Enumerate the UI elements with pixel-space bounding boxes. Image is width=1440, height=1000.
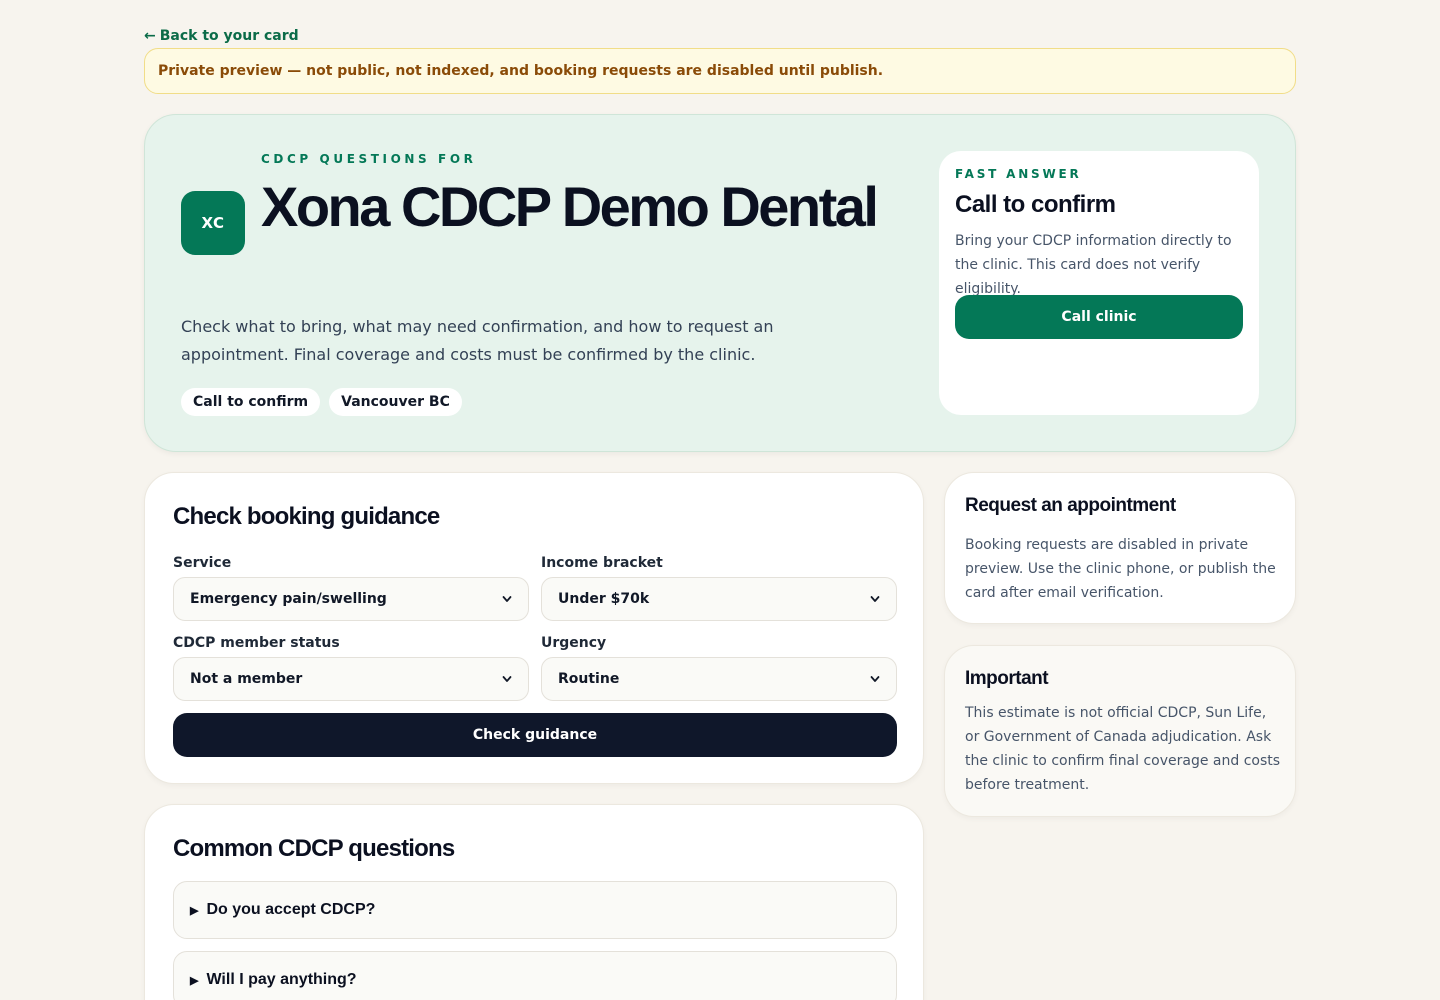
chip-location: Vancouver BC bbox=[329, 388, 462, 416]
request-appointment-body: Booking requests are disabled in private… bbox=[965, 537, 1276, 601]
faq-item[interactable]: ▶ Will I pay anything? bbox=[173, 951, 897, 1000]
income-select[interactable]: Under $70k bbox=[541, 577, 897, 621]
urgency-label: Urgency bbox=[541, 635, 607, 651]
fast-answer-eyebrow: FAST ANSWER bbox=[955, 167, 1082, 181]
call-clinic-button[interactable]: Call clinic bbox=[955, 295, 1243, 339]
fast-answer-title: Call to confirm bbox=[955, 191, 1116, 218]
faq-title: Common CDCP questions bbox=[173, 835, 455, 862]
fast-answer-card: FAST ANSWER Call to confirm Bring your C… bbox=[939, 151, 1259, 415]
private-preview-banner: Private preview — not public, not indexe… bbox=[144, 48, 1296, 94]
faq-item[interactable]: ▶ Do you accept CDCP? bbox=[173, 881, 897, 939]
page-title: Xona CDCP Demo Dental bbox=[261, 175, 879, 238]
chip-status: Call to confirm bbox=[181, 388, 321, 416]
fast-answer-body: Bring your CDCP information directly to … bbox=[955, 233, 1232, 297]
clinic-logo-initials: XC bbox=[201, 214, 225, 232]
member-status-select[interactable]: Not a member bbox=[173, 657, 529, 701]
chevron-down-icon bbox=[870, 596, 880, 602]
back-link[interactable]: ← Back to your card bbox=[144, 28, 299, 44]
important-body: This estimate is not official CDCP, Sun … bbox=[965, 705, 1281, 793]
booking-guidance-title: Check booking guidance bbox=[173, 503, 440, 530]
caret-right-icon: ▶ bbox=[190, 904, 199, 917]
important-title: Important bbox=[965, 668, 1049, 689]
income-select-value: Under $70k bbox=[558, 591, 650, 607]
service-select[interactable]: Emergency pain/swelling bbox=[173, 577, 529, 621]
clinic-logo: XC bbox=[181, 191, 245, 255]
caret-right-icon: ▶ bbox=[190, 974, 199, 987]
chevron-down-icon bbox=[502, 596, 512, 602]
member-status-label: CDCP member status bbox=[173, 635, 340, 651]
banner-text: Private preview — not public, not indexe… bbox=[158, 63, 884, 79]
faq-card: Common CDCP questions ▶ Do you accept CD… bbox=[144, 804, 924, 1000]
hero-description: Check what to bring, what may need confi… bbox=[181, 317, 774, 364]
chevron-down-icon bbox=[870, 676, 880, 682]
back-link-label: Back to your card bbox=[159, 28, 299, 44]
urgency-select-value: Routine bbox=[558, 671, 620, 687]
member-status-select-value: Not a member bbox=[190, 671, 303, 687]
service-select-value: Emergency pain/swelling bbox=[190, 591, 387, 607]
urgency-select[interactable]: Routine bbox=[541, 657, 897, 701]
arrow-left-icon: ← bbox=[144, 28, 156, 44]
faq-question: Will I pay anything? bbox=[206, 971, 357, 988]
income-label: Income bracket bbox=[541, 555, 663, 571]
request-appointment-card: Request an appointment Booking requests … bbox=[944, 472, 1296, 624]
faq-question: Do you accept CDCP? bbox=[206, 901, 376, 918]
check-guidance-button[interactable]: Check guidance bbox=[173, 713, 897, 757]
booking-guidance-card: Check booking guidance Service Emergency… bbox=[144, 472, 924, 784]
hero-chips: Call to confirm Vancouver BC bbox=[181, 388, 462, 416]
request-appointment-title: Request an appointment bbox=[965, 495, 1176, 516]
service-label: Service bbox=[173, 555, 232, 571]
important-notice-card: Important This estimate is not official … bbox=[944, 645, 1296, 817]
chevron-down-icon bbox=[502, 676, 512, 682]
hero-panel: XC CDCP QUESTIONS FOR Xona CDCP Demo Den… bbox=[144, 114, 1296, 452]
hero-eyebrow: CDCP QUESTIONS FOR bbox=[261, 152, 477, 166]
